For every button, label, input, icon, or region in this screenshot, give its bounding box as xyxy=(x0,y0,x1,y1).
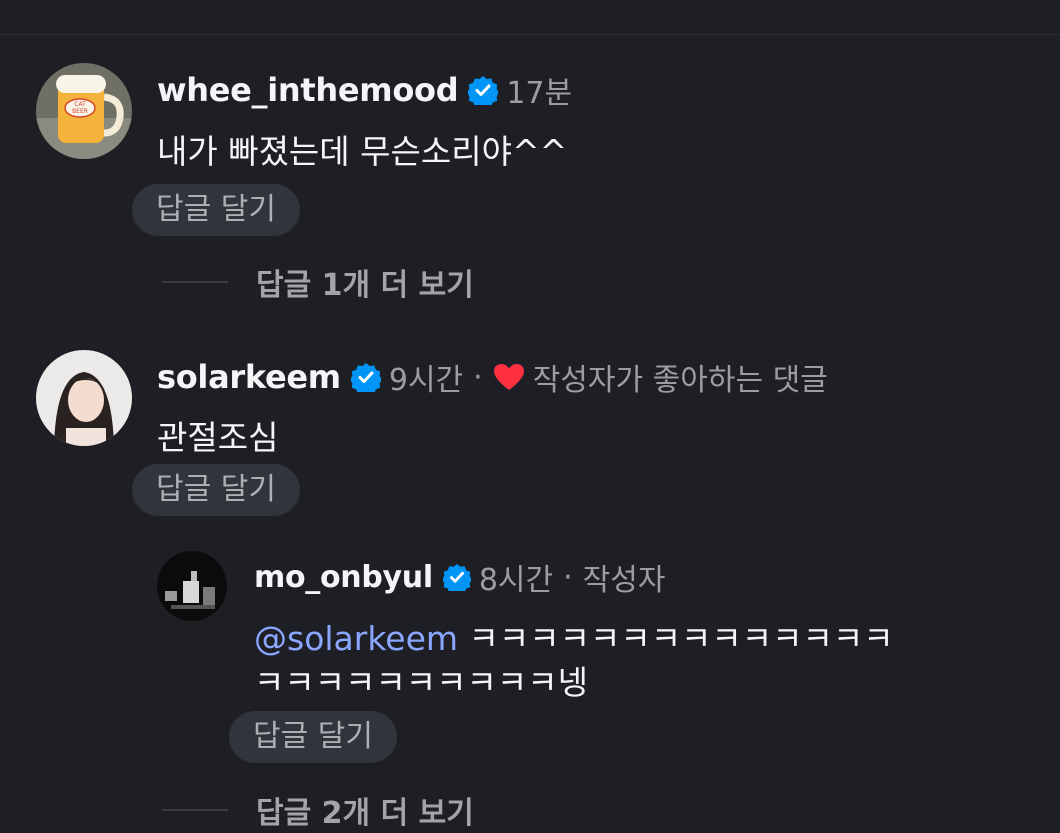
avatar-mo-onbyul[interactable] xyxy=(157,551,227,621)
reply-header: mo_onbyul 8시간 · 작성자 xyxy=(254,555,665,599)
reply-button[interactable]: 답글 달기 xyxy=(132,184,300,236)
reply-text-line1: @solarkeem ㅋㅋㅋㅋㅋㅋㅋㅋㅋㅋㅋㅋㅋㅋ xyxy=(254,612,894,660)
comment-text: 내가 빠졌는데 무슨소리야^^ xyxy=(157,132,568,171)
username[interactable]: solarkeem xyxy=(157,358,341,396)
separator-dot: · xyxy=(563,559,573,595)
top-divider xyxy=(0,34,1060,35)
comment-text: 관절조심 xyxy=(157,418,279,457)
reply-text-line2: ㅋㅋㅋㅋㅋㅋㅋㅋㅋㅋ넹 xyxy=(254,663,588,702)
timestamp: 8시간 xyxy=(478,563,554,598)
heart-icon xyxy=(493,363,525,391)
view-more-label: 답글 2개 더 보기 xyxy=(256,796,474,831)
avatar-solar[interactable] xyxy=(36,350,132,446)
comment-header: whee_inthemood 17분 xyxy=(157,68,572,112)
verified-badge-icon xyxy=(350,362,381,392)
separator-dot: · xyxy=(473,359,483,395)
comment-header: solarkeem 9시간 · 작성자가 좋아하는 댓글 xyxy=(157,355,828,399)
reply-text: ㅋㅋㅋㅋㅋㅋㅋㅋㅋㅋㅋㅋㅋㅋ xyxy=(468,619,894,658)
verified-badge-icon xyxy=(442,563,471,591)
avatar-whee[interactable]: CAT BEER xyxy=(36,63,132,159)
view-more-replies-button[interactable]: 답글 1개 더 보기 xyxy=(162,260,474,304)
svg-text:CAT: CAT xyxy=(74,101,86,108)
username[interactable]: whee_inthemood xyxy=(157,71,459,109)
view-more-label: 답글 1개 더 보기 xyxy=(256,268,474,303)
thread-line xyxy=(162,809,228,811)
timestamp: 9시간 xyxy=(388,363,464,398)
svg-text:BEER: BEER xyxy=(72,108,88,115)
mention-link[interactable]: @solarkeem xyxy=(254,619,458,658)
liked-by-author-label: 작성자가 좋아하는 댓글 xyxy=(532,363,828,398)
thread-line xyxy=(162,281,228,283)
view-more-replies-button[interactable]: 답글 2개 더 보기 xyxy=(162,788,474,832)
reply-button[interactable]: 답글 달기 xyxy=(132,464,300,516)
reply-button[interactable]: 답글 달기 xyxy=(229,711,397,763)
timestamp: 17분 xyxy=(506,76,573,111)
username[interactable]: mo_onbyul xyxy=(254,560,433,595)
author-label: 작성자 xyxy=(582,563,666,598)
verified-badge-icon xyxy=(468,75,499,105)
